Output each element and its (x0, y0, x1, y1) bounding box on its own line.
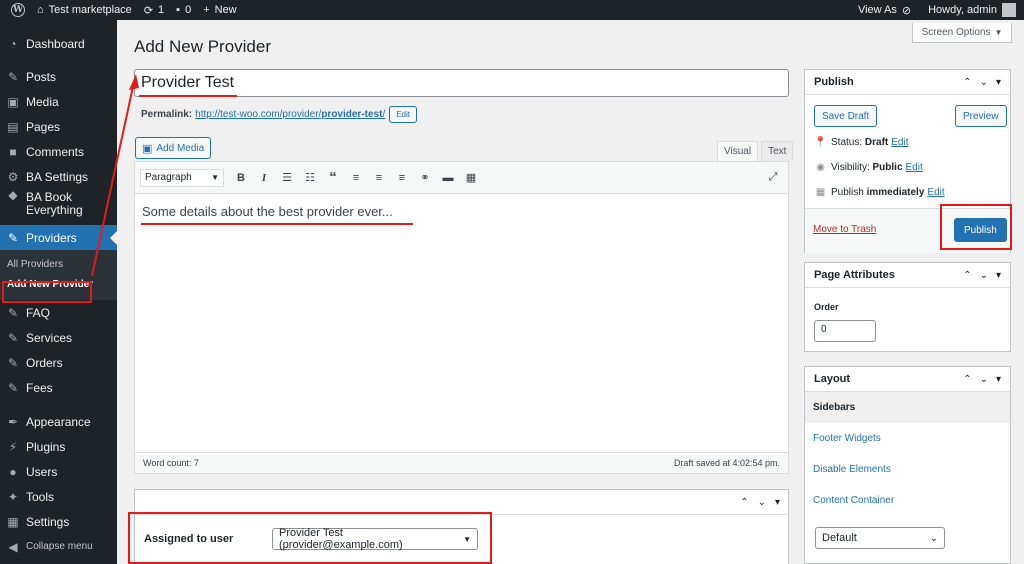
arrow-annotation (91, 74, 139, 277)
